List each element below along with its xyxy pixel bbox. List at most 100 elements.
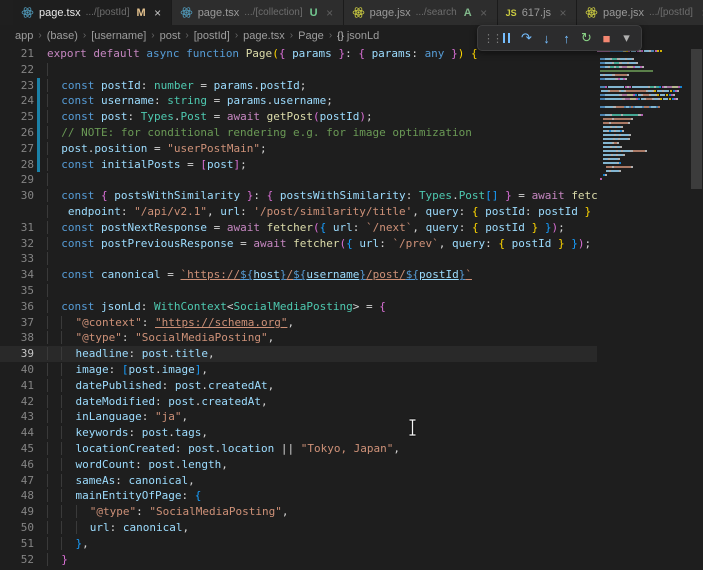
tab-file-name: page.jsx: [370, 7, 411, 19]
pause-button[interactable]: [497, 28, 516, 48]
tab-page.jsx[interactable]: page.jsx.../searchA×: [344, 0, 498, 25]
indent-guide: [47, 489, 61, 502]
code-text: locationCreated: post.location || "Tokyo…: [40, 441, 400, 457]
line-number: 32: [0, 236, 34, 252]
line-number: 43: [0, 409, 34, 425]
tab-page.tsx[interactable]: page.tsx .../[collection] U ×: [172, 0, 344, 25]
vertical-scrollbar: [690, 46, 703, 570]
git-status-badge: U: [310, 7, 318, 19]
minimap[interactable]: [597, 46, 690, 570]
line-number: 52: [0, 552, 34, 568]
indent-guide: [47, 537, 61, 550]
breadcrumb-separator-icon: ›: [185, 30, 188, 41]
tab-page.jsx[interactable]: page.jsx.../[postId]×: [577, 0, 703, 25]
breadcrumb-item-post[interactable]: post: [160, 30, 181, 42]
breadcrumb-item-postId[interactable]: [postId]: [194, 30, 230, 42]
minimap-line: [600, 177, 690, 181]
tab-page.tsx[interactable]: page.tsx.../[postId]M×: [13, 0, 172, 25]
step-over-button[interactable]: ↷: [517, 28, 536, 48]
indent-guide: [76, 505, 90, 518]
indent-guide: [47, 458, 61, 471]
line-number: 46: [0, 457, 34, 473]
line-number: 29: [0, 172, 34, 188]
indent-guide: [61, 426, 75, 439]
breadcrumb-separator-icon: ›: [38, 30, 41, 41]
code-text: "@type": "SocialMediaPosting",: [40, 330, 274, 346]
indent-guide: [47, 173, 61, 186]
indent-guide: [47, 379, 61, 392]
breadcrumb-item-base[interactable]: (base): [47, 30, 78, 42]
close-icon[interactable]: ×: [698, 6, 703, 20]
breadcrumb-item-jsonLd[interactable]: {}jsonLd: [337, 30, 379, 42]
indent-guide: [76, 521, 90, 534]
indent-guide: [47, 553, 61, 566]
breadcrumb-item-app[interactable]: app: [15, 30, 33, 42]
line-number: 49: [0, 504, 34, 520]
breadcrumb-item-pagetsx[interactable]: page.tsx: [243, 30, 285, 42]
restart-button[interactable]: ↻: [577, 28, 596, 48]
code-text: const { postsWithSimilarity }: { postsWi…: [40, 188, 631, 204]
close-icon[interactable]: ×: [556, 6, 570, 20]
code-text: const initialPosts = [post];: [40, 157, 247, 173]
breadcrumb-label: Page: [298, 30, 324, 42]
line-number: 47: [0, 473, 34, 489]
breadcrumb-separator-icon: ›: [83, 30, 86, 41]
line-number: 26: [0, 125, 34, 141]
line-number: 45: [0, 441, 34, 457]
indent-guide: [47, 94, 61, 107]
pause-icon: [503, 33, 511, 43]
close-icon[interactable]: ×: [323, 6, 337, 20]
code-text: },: [40, 536, 89, 552]
line-number: 33: [0, 251, 34, 267]
breadcrumb-separator-icon: ›: [290, 30, 293, 41]
tab-file-dir: .../[collection]: [244, 7, 302, 18]
line-number: 40: [0, 362, 34, 378]
stop-button[interactable]: ■: [597, 28, 616, 48]
step-out-button[interactable]: ↑: [557, 28, 576, 48]
indent-guide: [47, 142, 61, 155]
indent-guide: [47, 268, 61, 281]
indent-guide: [47, 442, 61, 455]
indent-guide: [61, 316, 75, 329]
indent-guide: [47, 395, 61, 408]
line-number: 36: [0, 299, 34, 315]
object-symbol-icon: {}: [337, 31, 344, 42]
line-number: 27: [0, 141, 34, 157]
close-icon[interactable]: ×: [151, 6, 165, 20]
step-into-button[interactable]: ↓: [537, 28, 556, 48]
line-number: 35: [0, 283, 34, 299]
code-text: dateModified: post.createdAt,: [40, 394, 268, 410]
indent-guide: [47, 221, 61, 234]
indent-guide: [47, 347, 61, 360]
drag-handle-icon[interactable]: ⋮⋮: [483, 32, 496, 45]
more-button[interactable]: ▾: [617, 28, 636, 48]
line-number: 31: [0, 220, 34, 236]
code-text: const post: Types.Post = await getPost(p…: [40, 109, 373, 125]
code-text: [40, 251, 61, 267]
line-number: 39: [0, 346, 34, 362]
indent-guide: [47, 126, 61, 139]
indent-guide: [61, 363, 75, 376]
code-text: image: [post.image],: [40, 362, 208, 378]
tabbar-left-spacer: [0, 0, 13, 25]
indent-guide: [47, 205, 61, 218]
code-text: const postNextResponse = await fetcher({…: [40, 220, 565, 236]
breadcrumb-label: jsonLd: [347, 30, 379, 42]
line-number: 34: [0, 267, 34, 283]
line-number: 23: [0, 78, 34, 94]
indent-guide: [47, 284, 61, 297]
tab-file-name: page.tsx: [39, 7, 81, 19]
js-icon: JS: [506, 8, 517, 18]
tab-file-name: page.tsx: [198, 7, 240, 19]
code-text: export default async function Page({ par…: [40, 46, 478, 62]
close-icon[interactable]: ×: [477, 6, 491, 20]
breadcrumb-label: app: [15, 30, 33, 42]
breadcrumb-item-username[interactable]: [username]: [91, 30, 146, 42]
scrollbar-thumb[interactable]: [691, 49, 702, 189]
debug-toolbar[interactable]: ⋮⋮ ↷↓↑↻■▾: [477, 25, 642, 51]
breadcrumb-item-Page[interactable]: Page: [298, 30, 324, 42]
indent-guide: [47, 426, 61, 439]
line-number: 21: [0, 46, 34, 62]
code-text: "@context": "https://schema.org",: [40, 315, 294, 331]
tab-617.js[interactable]: JS617.js×: [498, 0, 577, 25]
